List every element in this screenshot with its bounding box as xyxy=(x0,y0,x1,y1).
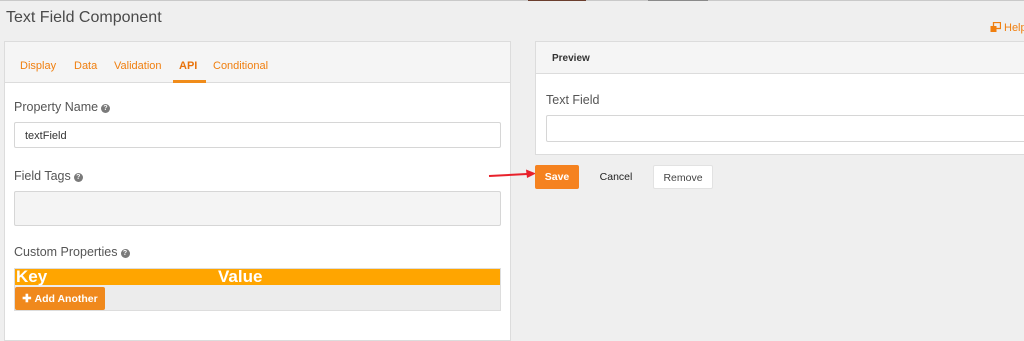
save-button[interactable]: Save xyxy=(535,165,579,189)
preview-text-input[interactable] xyxy=(546,115,1024,142)
help-label: Help xyxy=(1004,22,1024,34)
property-name-label-text: Property Name xyxy=(14,100,99,114)
tab-conditional[interactable]: Conditional xyxy=(213,60,268,72)
active-tab-indicator xyxy=(173,80,206,83)
column-header-key: Key xyxy=(16,267,48,286)
field-tags-label-text: Field Tags xyxy=(14,169,71,183)
top-strip-segment xyxy=(528,0,586,1)
table-header: Key Value xyxy=(15,267,500,286)
preview-field-label: Text Field xyxy=(546,93,600,107)
plus-icon: ✚ xyxy=(22,293,32,305)
custom-properties-label: Custom Properties? xyxy=(14,245,130,259)
preview-panel: Preview Text Field xyxy=(535,41,1024,155)
question-circle-icon[interactable]: ? xyxy=(101,104,111,113)
property-name-input[interactable]: textField xyxy=(14,122,501,148)
question-circle-icon[interactable]: ? xyxy=(120,249,130,258)
tab-bar: Display Data Validation API Conditional xyxy=(5,42,510,83)
red-arrow-icon xyxy=(488,169,536,178)
custom-properties-table: Key Value ✚ Add Another xyxy=(14,267,501,311)
tab-api[interactable]: API xyxy=(179,60,197,72)
help-link[interactable]: Help xyxy=(990,21,1024,36)
remove-button[interactable]: Remove xyxy=(653,165,713,189)
add-another-label: Add Another xyxy=(34,293,98,305)
add-another-button[interactable]: ✚ Add Another xyxy=(15,287,105,310)
preview-title: Preview xyxy=(552,53,590,64)
field-tags-input[interactable] xyxy=(14,191,501,226)
settings-panel: Display Data Validation API Conditional … xyxy=(4,41,511,341)
property-name-label: Property Name? xyxy=(14,100,111,114)
preview-header: Preview xyxy=(536,42,1024,74)
top-strip-segment xyxy=(648,0,708,1)
cancel-button[interactable]: Cancel xyxy=(590,165,642,189)
top-strip xyxy=(0,0,1024,1)
question-circle-icon[interactable]: ? xyxy=(73,173,83,182)
tab-validation[interactable]: Validation xyxy=(114,60,162,72)
column-header-value: Value xyxy=(218,267,263,286)
custom-properties-label-text: Custom Properties xyxy=(14,245,118,259)
tab-display[interactable]: Display xyxy=(20,60,56,72)
tab-data[interactable]: Data xyxy=(74,60,97,72)
page-title: Text Field Component xyxy=(6,9,162,26)
external-window-icon xyxy=(990,21,1002,36)
field-tags-label: Field Tags? xyxy=(14,169,83,183)
